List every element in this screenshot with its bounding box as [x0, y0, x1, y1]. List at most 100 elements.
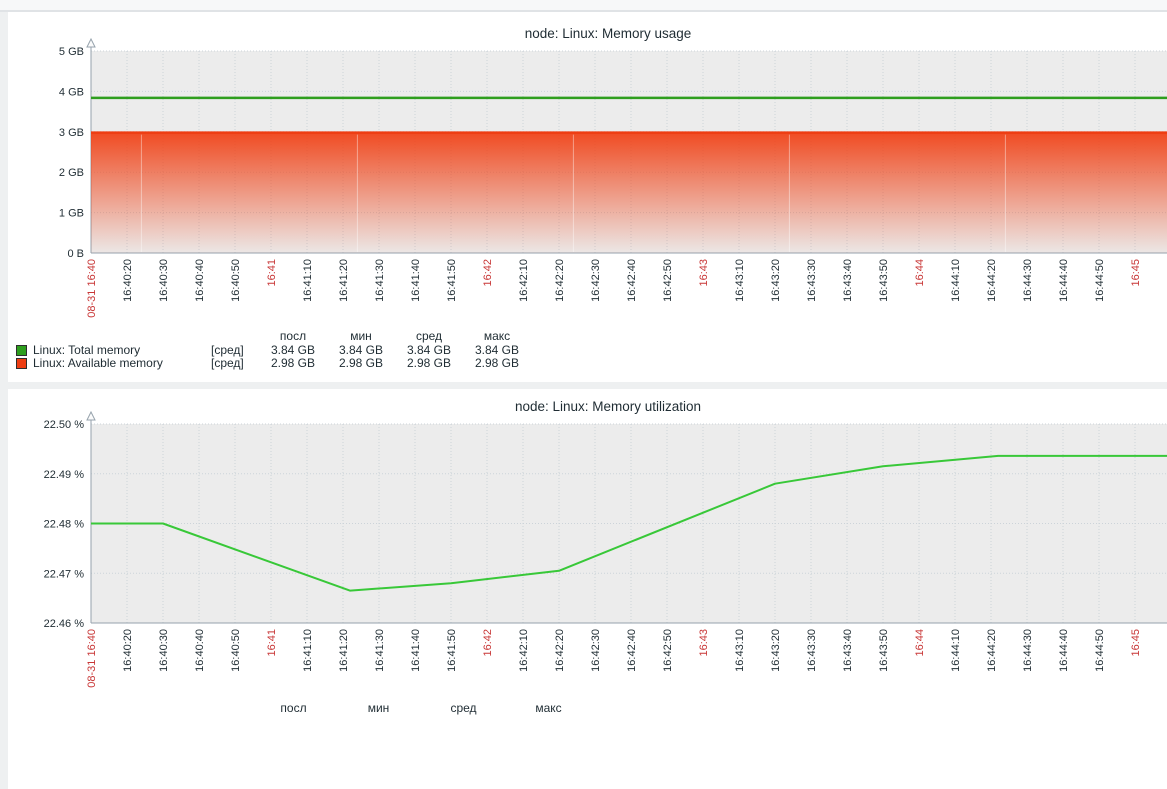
- legend-stat-value: 2.98 GB: [259, 357, 327, 371]
- x-axis-tick-label: 16:42:30: [590, 259, 602, 302]
- legend-stat-header: макс: [506, 702, 591, 716]
- legend-stat-value: 2.98 GB: [395, 357, 463, 371]
- x-axis-tick-label: 16:42:30: [590, 629, 602, 672]
- x-axis-tick-label: 16:43:50: [878, 629, 890, 672]
- x-axis-tick-label: 16:41: [266, 629, 278, 657]
- x-axis-tick-label: 16:40:30: [158, 259, 170, 302]
- x-axis-tick-label: 16:44:50: [1094, 629, 1106, 672]
- y-axis-tick-label: 1 GB: [59, 208, 84, 220]
- legend-stat-header: макс: [463, 330, 531, 344]
- x-axis-tick-label: 16:43: [698, 259, 710, 287]
- legend-stat-value: 2.98 GB: [463, 357, 531, 371]
- legend-stat-value: 3.84 GB: [327, 344, 395, 358]
- y-axis-tick-label: 22.49 %: [44, 469, 85, 481]
- x-axis-tick-label: 16:42:50: [662, 629, 674, 672]
- x-axis-tick-label: 16:44:20: [986, 259, 998, 302]
- y-axis-tick-label: 2 GB: [59, 167, 84, 179]
- x-axis-tick-label: 16:45: [1130, 629, 1142, 657]
- y-axis-tick-label: 22.50 %: [44, 419, 85, 431]
- x-axis-tick-label: 16:44: [914, 259, 926, 287]
- x-axis-tick-label: 16:43: [698, 629, 710, 657]
- zabbix-graphs-page: { "page": { "top_bar_color": "#f7f8f9", …: [0, 0, 1167, 711]
- x-axis-tick-label: 16:43:30: [806, 259, 818, 302]
- x-axis-tick-label: 08-31 16:40: [86, 259, 98, 318]
- legend-function-label: [сред]: [211, 357, 259, 371]
- legend-spacer: [16, 708, 251, 709]
- legend-stat-value: 2.98 GB: [327, 357, 395, 371]
- x-axis-tick-label: 16:44:10: [950, 629, 962, 672]
- legend-header-row: послминсредмакс: [16, 702, 591, 716]
- x-axis-tick-label: 16:44:40: [1058, 259, 1070, 302]
- x-axis-tick-label: 16:40:20: [122, 259, 134, 302]
- x-axis-tick-label: 16:40:50: [230, 259, 242, 302]
- legend-stat-header: сред: [395, 330, 463, 344]
- legend-function-label: [сред]: [211, 344, 259, 358]
- memory-usage-graph-card: node: Linux: Memory usage 5 GB4 GB3 GB2 …: [8, 12, 1167, 382]
- x-axis-tick-label: 16:44: [914, 629, 926, 657]
- top-bar: [0, 0, 1167, 12]
- legend-color-swatch-icon: [16, 345, 27, 356]
- x-axis-tick-label: 16:40:40: [194, 259, 206, 302]
- x-axis-tick-label: 16:42:40: [626, 259, 638, 302]
- x-axis-tick-label: 16:43:20: [770, 629, 782, 672]
- x-axis-tick-label: 16:44:20: [986, 629, 998, 672]
- legend-stat-header: посл: [259, 330, 327, 344]
- x-axis-tick-label: 16:43:10: [734, 259, 746, 302]
- x-axis-tick-label: 16:41:50: [446, 629, 458, 672]
- x-axis-tick-label: 16:44:30: [1022, 629, 1034, 672]
- y-axis-tick-label: 22.48 %: [44, 519, 85, 531]
- x-axis-tick-label: 08-31 16:40: [86, 629, 98, 688]
- x-axis-tick-label: 16:42:10: [518, 629, 530, 672]
- x-axis-tick-label: 16:41:10: [302, 259, 314, 302]
- y-axis-tick-label: 0 B: [67, 248, 84, 260]
- x-axis-tick-label: 16:44:50: [1094, 259, 1106, 302]
- legend-stat-header: посл: [251, 702, 336, 716]
- x-axis-tick-label: 16:41:50: [446, 259, 458, 302]
- x-axis-tick-label: 16:44:40: [1058, 629, 1070, 672]
- x-axis-tick-label: 16:43:30: [806, 629, 818, 672]
- x-axis-tick-label: 16:43:40: [842, 259, 854, 302]
- x-axis-tick-label: 16:41:20: [338, 629, 350, 672]
- x-axis-tick-label: 16:40:20: [122, 629, 134, 672]
- legend-color-swatch-icon: [16, 358, 27, 369]
- x-axis-tick-label: 16:42:10: [518, 259, 530, 302]
- legend-spacer: [16, 336, 259, 337]
- x-axis-tick-label: 16:45: [1130, 259, 1142, 287]
- x-axis-tick-label: 16:41:40: [410, 629, 422, 672]
- x-axis-tick-label: 16:40:50: [230, 629, 242, 672]
- legend-series-label: Linux: Available memory: [33, 357, 211, 371]
- y-axis-tick-label: 22.47 %: [44, 568, 85, 580]
- x-axis-tick-label: 16:42:20: [554, 259, 566, 302]
- x-axis-tick-label: 16:41:40: [410, 259, 422, 302]
- memory-usage-plot[interactable]: 5 GB4 GB3 GB2 GB1 GB0 B08-31 16:4016:40:…: [8, 12, 1167, 382]
- x-axis-tick-label: 16:42:50: [662, 259, 674, 302]
- x-axis-tick-label: 16:40:40: [194, 629, 206, 672]
- x-axis-tick-label: 16:42: [482, 629, 494, 657]
- x-axis-tick-label: 16:41:30: [374, 629, 386, 672]
- legend-stat-header: сред: [421, 702, 506, 716]
- memory-utilization-graph-card: node: Linux: Memory utilization 22.50 %2…: [8, 389, 1167, 789]
- x-axis-tick-label: 16:43:20: [770, 259, 782, 302]
- x-axis-tick-label: 16:44:30: [1022, 259, 1034, 302]
- x-axis-tick-label: 16:40:30: [158, 629, 170, 672]
- legend-header-row: послминсредмакс: [16, 330, 531, 344]
- x-axis-tick-label: 16:43:40: [842, 629, 854, 672]
- x-axis-tick-label: 16:41: [266, 259, 278, 287]
- x-axis-tick-label: 16:43:50: [878, 259, 890, 302]
- memory-utilization-plot[interactable]: 22.50 % 22.49 % 22.48 % 22.47 % 22.46 %08-31…: [8, 389, 1167, 789]
- y-axis-arrow-icon: [87, 39, 95, 47]
- legend-stat-value: 3.84 GB: [463, 344, 531, 358]
- legend-stat-value: 3.84 GB: [259, 344, 327, 358]
- x-axis-tick-label: 16:41:30: [374, 259, 386, 302]
- legend-stat-header: мин: [327, 330, 395, 344]
- x-axis-tick-label: 16:41:20: [338, 259, 350, 302]
- y-axis-tick-label: 22.46 %: [44, 618, 85, 630]
- x-axis-tick-label: 16:44:10: [950, 259, 962, 302]
- legend-stat-header: мин: [336, 702, 421, 716]
- legend-stat-value: 3.84 GB: [395, 344, 463, 358]
- legend-series-label: Linux: Total memory: [33, 344, 211, 358]
- memory-utilization-legend: послминсредмакс: [16, 702, 591, 716]
- x-axis-tick-label: 16:43:10: [734, 629, 746, 672]
- x-axis-tick-label: 16:41:10: [302, 629, 314, 672]
- y-axis-tick-label: 5 GB: [59, 46, 84, 58]
